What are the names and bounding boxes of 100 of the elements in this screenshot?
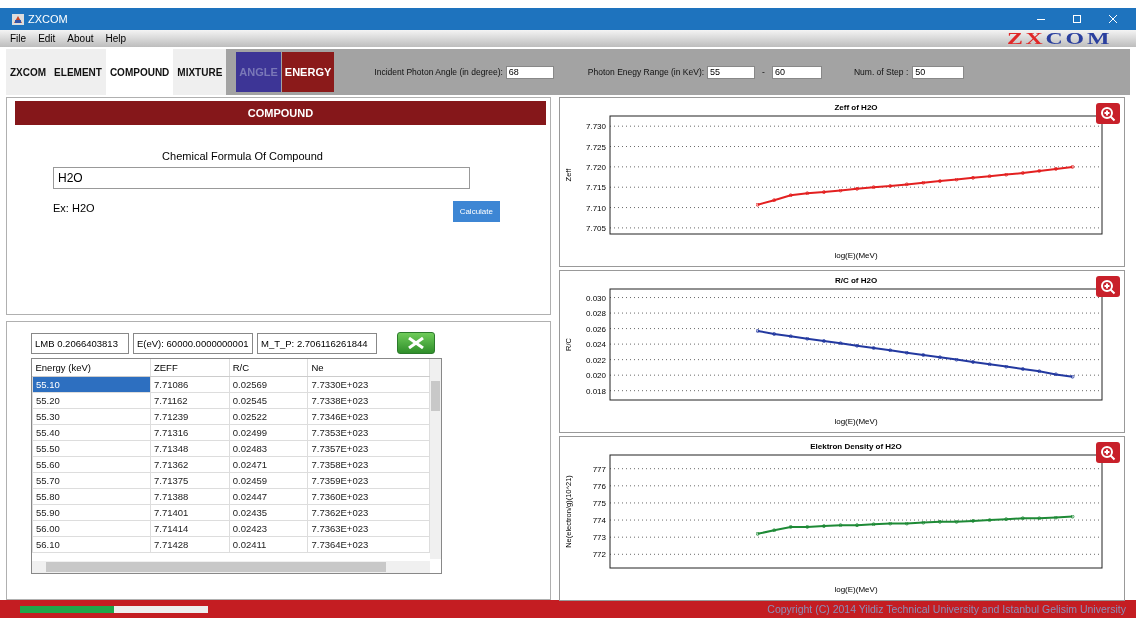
tick-label: 0.024: [585, 340, 606, 350]
table-cell: 7.7359E+023: [307, 472, 430, 489]
table-cell: 0.02522: [229, 408, 308, 425]
table-cell: 0.02423: [229, 520, 308, 537]
tick-label: 774: [592, 516, 606, 526]
table-cell: 0.02569: [229, 376, 308, 393]
steps-field[interactable]: 50: [912, 65, 965, 79]
tick-label: 7.715: [585, 183, 606, 193]
tab[interactable]: ZXCOM: [6, 49, 51, 95]
tick-label: 776: [592, 481, 606, 491]
field-label: Incident Photon Angle (in degree):: [374, 67, 503, 77]
menu-item[interactable]: About: [67, 33, 94, 44]
tick-label: 772: [592, 550, 606, 560]
zoom-in-icon: [1100, 444, 1116, 461]
maximize-icon[interactable]: [1072, 14, 1082, 24]
tick-label: 7.705: [585, 223, 606, 233]
field-label: Chemical Formula Of Compound: [161, 150, 324, 162]
tick-label: 777: [592, 464, 606, 474]
column-header[interactable]: R/C: [229, 359, 308, 377]
table-cell: 7.7338E+023: [307, 392, 430, 409]
tick-label: 0.026: [585, 324, 606, 334]
table-cell: 7.71375: [150, 472, 230, 489]
menu-item[interactable]: File: [10, 33, 27, 44]
close-icon[interactable]: [1108, 14, 1118, 24]
table-cell: 55.20: [32, 392, 151, 409]
mode-button[interactable]: ENERGY: [281, 52, 335, 92]
tab[interactable]: MIXTURE: [173, 49, 227, 95]
tick-label: 7.725: [585, 142, 606, 152]
table-cell: 7.7346E+023: [307, 408, 430, 425]
scrollbar[interactable]: [430, 359, 441, 559]
zoom-in-icon: [1100, 278, 1116, 295]
copyright-text: Copyright (C) 2014 Yildiz Technical University and Istanbul Gelisim University: [767, 603, 1126, 615]
calculate-button[interactable]: Calculate: [452, 201, 500, 222]
formula-field[interactable]: H2O: [53, 167, 470, 189]
tick-label: 0.020: [585, 371, 606, 381]
tick-label: 0.022: [585, 355, 606, 365]
table-cell: 7.7357E+023: [307, 440, 430, 457]
zoom-button[interactable]: [1096, 276, 1120, 297]
range-to-field[interactable]: 60: [771, 65, 822, 79]
table-cell: 7.7330E+023: [307, 376, 430, 393]
scrollbar[interactable]: [32, 561, 430, 573]
column-header[interactable]: Ne: [307, 359, 430, 377]
table-cell: 7.7358E+023: [307, 456, 430, 473]
logo: ZXCOM: [1006, 31, 1112, 46]
table-cell: 7.7353E+023: [307, 424, 430, 441]
table-cell: 55.40: [32, 424, 151, 441]
tick-label: 773: [592, 533, 606, 543]
excel-export-button[interactable]: [397, 332, 435, 354]
axis-label: log(E)(MeV): [834, 417, 878, 426]
info-field: E(eV): 60000.0000000001: [133, 332, 253, 354]
angle-field[interactable]: 68: [505, 65, 554, 79]
table-cell: 0.02483: [229, 440, 308, 457]
axis-label: log(E)(MeV): [834, 251, 878, 260]
table-cell: 0.02447: [229, 488, 308, 505]
table-cell: 7.71362: [150, 456, 230, 473]
chart-title: R/C of H2O: [834, 276, 878, 285]
window-title: ZXCOM: [28, 13, 68, 25]
tick-label: 0.028: [585, 309, 606, 319]
table-cell: 7.7364E+023: [307, 536, 430, 553]
table-cell: 56.00: [32, 520, 151, 537]
table-cell: 7.71348: [150, 440, 230, 457]
field-label: Num. of Step :: [853, 67, 909, 77]
table-cell: 7.7363E+023: [307, 520, 430, 537]
table-cell: 55.80: [32, 488, 151, 505]
table-cell: 55.70: [32, 472, 151, 489]
table-cell: 0.02499: [229, 424, 308, 441]
menu-item[interactable]: Help: [105, 33, 127, 44]
table-cell: 55.50: [32, 440, 151, 457]
column-header[interactable]: ZEFF: [150, 359, 230, 377]
column-header[interactable]: Energy (keV): [32, 359, 151, 377]
table-cell: 7.71316: [150, 424, 230, 441]
chart-title: Elektron Density of H2O: [810, 442, 902, 451]
tab[interactable]: COMPOUND: [105, 49, 174, 95]
example-text: Ex: H2O: [53, 201, 95, 214]
tick-label: 7.730: [585, 122, 606, 132]
zoom-button[interactable]: [1096, 103, 1120, 124]
table-cell: 7.71428: [150, 536, 230, 553]
tab[interactable]: ELEMENT: [50, 49, 106, 95]
info-field: LMB 0.2066403813: [31, 332, 129, 354]
table-cell: 0.02435: [229, 504, 308, 521]
range-from-field[interactable]: 55: [707, 65, 756, 79]
table-cell: 55.60: [32, 456, 151, 473]
table-cell: 7.7360E+023: [307, 488, 430, 505]
table-cell: 0.02545: [229, 392, 308, 409]
menu-item[interactable]: Edit: [38, 33, 56, 44]
table-cell: 0.02459: [229, 472, 308, 489]
tick-label: 775: [592, 498, 606, 508]
zoom-button[interactable]: [1096, 442, 1120, 463]
panel-header: COMPOUND: [15, 101, 546, 125]
table-cell: 55.30: [32, 408, 151, 425]
tick-label: 0.030: [585, 293, 606, 303]
table-cell: 55.90: [32, 504, 151, 521]
app-icon: [12, 13, 24, 25]
table-cell: 7.71414: [150, 520, 230, 537]
cross-icon: [406, 337, 426, 349]
table-cell: 7.7362E+023: [307, 504, 430, 521]
table-cell: 7.71162: [150, 392, 230, 409]
table-cell: 0.02411: [229, 536, 308, 553]
tick-label: 7.710: [585, 203, 606, 213]
table-cell: 7.71401: [150, 504, 230, 521]
